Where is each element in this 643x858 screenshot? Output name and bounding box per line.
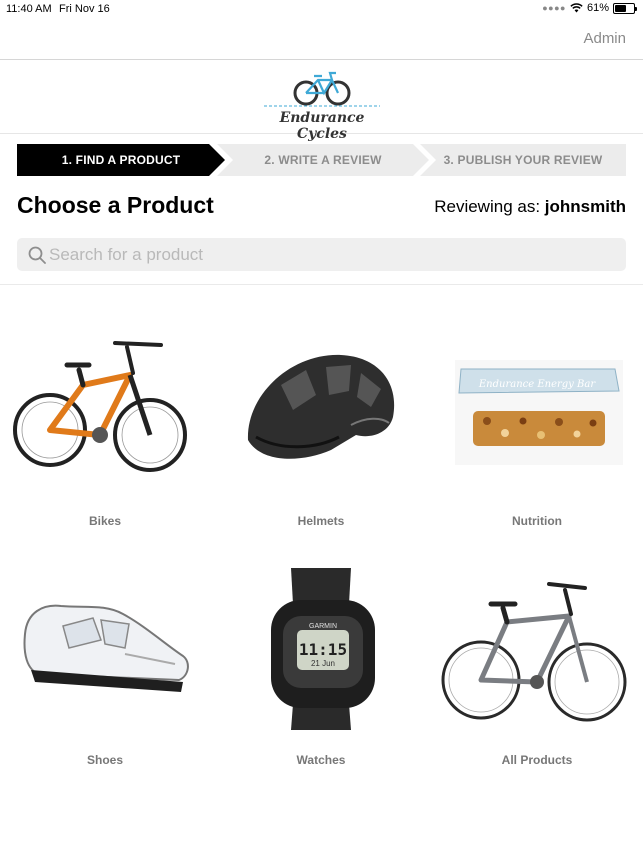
- product-label-nutrition: Nutrition: [512, 514, 562, 528]
- mountain-bike-image: [13, 341, 187, 472]
- header-logo-area: Endurance Cycles: [0, 60, 643, 142]
- admin-button[interactable]: Admin: [583, 30, 626, 47]
- status-time: 11:40 AM: [6, 3, 52, 15]
- step-find-product[interactable]: 1. FIND A PRODUCT: [17, 144, 225, 176]
- product-tile-bikes[interactable]: Bikes: [5, 325, 205, 545]
- product-tile-nutrition[interactable]: Endurance Energy Bar Nutrition: [437, 325, 637, 545]
- reviewing-as: Reviewing as: johnsmith: [434, 197, 626, 217]
- battery-icon: [613, 2, 637, 14]
- status-bar: 11:40 AM Fri Nov 16 ●●●● 61%: [0, 0, 643, 18]
- energy-bar-image: Endurance Energy Bar: [455, 360, 623, 465]
- step-write-review[interactable]: 2. WRITE A REVIEW: [217, 144, 429, 176]
- watch-time-text: 11:15: [299, 640, 347, 659]
- endurance-cycles-logo: Endurance Cycles: [262, 66, 382, 142]
- reviewer-username: johnsmith: [544, 197, 626, 216]
- watch-brand-text: GARMIN: [309, 623, 337, 630]
- progress-stepper: 1. FIND A PRODUCT 2. WRITE A REVIEW 3. P…: [17, 144, 626, 176]
- divider: [0, 284, 643, 285]
- gps-watch-image: GARMIN 11:15 21 Jun: [271, 568, 375, 730]
- search-bar: [17, 238, 626, 271]
- reviewing-label: Reviewing as:: [434, 197, 545, 216]
- product-label-watches: Watches: [296, 753, 346, 767]
- status-right: ●●●● 61%: [542, 2, 637, 14]
- helmet-image: [247, 354, 395, 459]
- bicycle-logo-icon: [264, 71, 380, 107]
- search-icon: [28, 246, 46, 264]
- wifi-icon: [570, 3, 583, 13]
- product-label-all-products: All Products: [501, 753, 573, 767]
- product-tile-all-products[interactable]: All Products: [437, 564, 637, 784]
- product-tile-watches[interactable]: GARMIN 11:15 21 Jun Watches: [221, 564, 421, 784]
- product-tile-shoes[interactable]: Shoes: [5, 564, 205, 784]
- search-input[interactable]: [49, 238, 609, 271]
- step-publish-review[interactable]: 3. PUBLISH YOUR REVIEW: [420, 144, 626, 176]
- logo-text: Endurance Cycles: [279, 110, 365, 142]
- product-label-bikes: Bikes: [88, 514, 122, 528]
- product-label-helmets: Helmets: [297, 514, 345, 528]
- signal-icon: ●●●●: [542, 3, 566, 13]
- page-title: Choose a Product: [17, 192, 214, 218]
- watch-date-text: 21 Jun: [311, 659, 335, 668]
- cycling-shoe-image: [23, 604, 189, 692]
- status-date: Fri Nov 16: [59, 3, 110, 15]
- hybrid-bike-image: [441, 582, 627, 722]
- product-tile-helmets[interactable]: Helmets: [221, 325, 421, 545]
- battery-percent: 61%: [586, 2, 609, 14]
- nav-bar: Admin: [0, 18, 643, 60]
- energy-bar-wrapper-text: Endurance Energy Bar: [478, 379, 596, 390]
- product-label-shoes: Shoes: [86, 753, 123, 767]
